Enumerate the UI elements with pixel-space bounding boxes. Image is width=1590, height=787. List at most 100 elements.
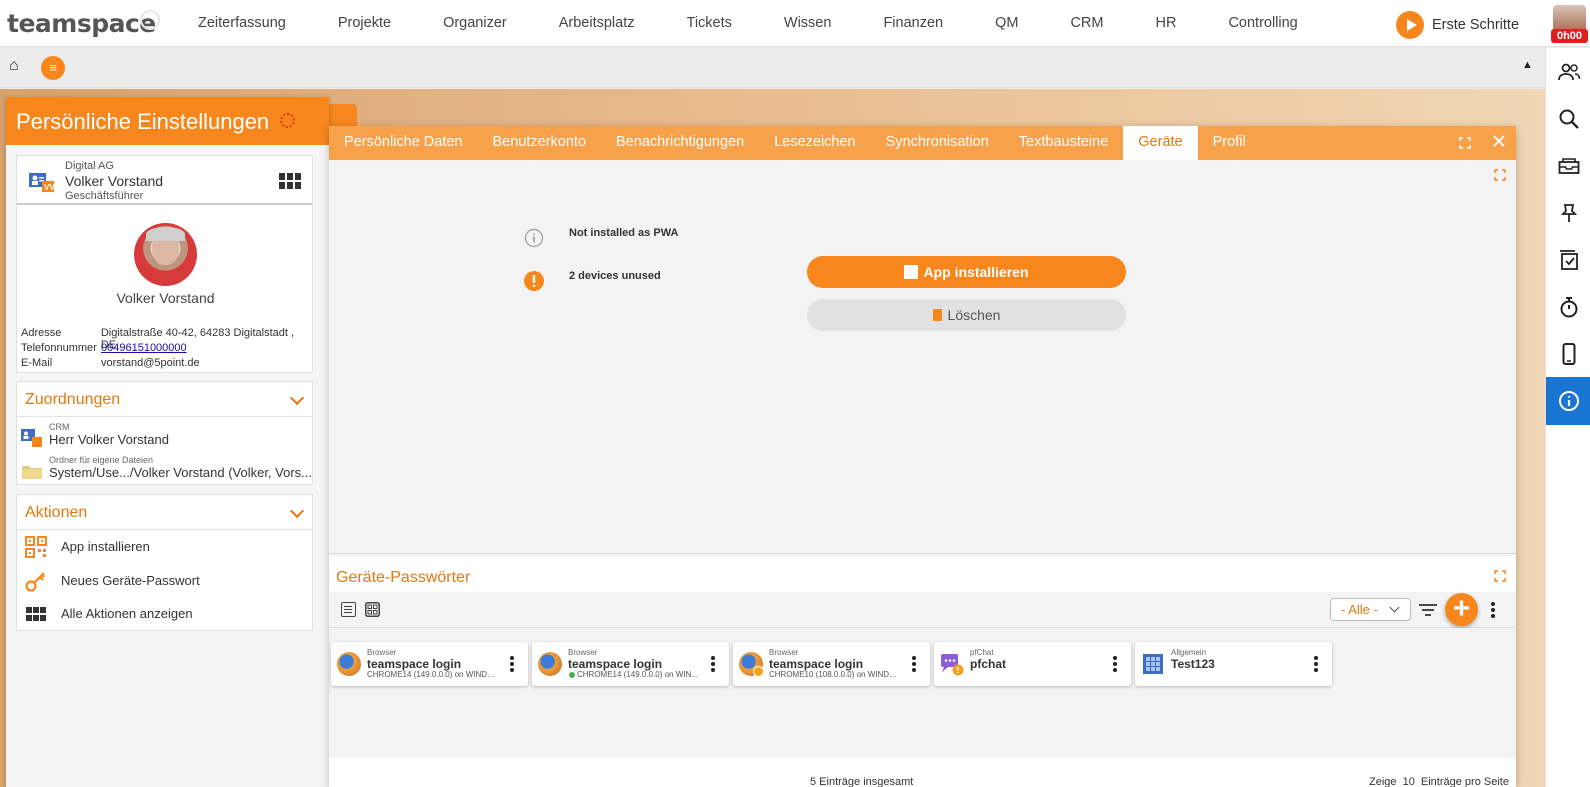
card-category: Browser xyxy=(367,648,397,657)
checklist-icon xyxy=(1559,250,1578,270)
panel-title: Persönliche Einstellungen xyxy=(16,109,270,134)
action-new-device-password[interactable]: Neues Geräte-Passwort xyxy=(25,565,305,595)
assignments-title: Zuordnungen xyxy=(25,391,121,408)
actions-header[interactable]: Aktionen xyxy=(17,495,312,530)
nav-qm[interactable]: QM xyxy=(969,0,1044,47)
timer-badge[interactable]: 0h00 xyxy=(1551,29,1588,43)
tab-profile[interactable]: Profil xyxy=(1198,126,1261,160)
password-cards-area: Browser teamspace login CHROME14 (149.0.… xyxy=(329,628,1516,758)
action-install-app[interactable]: App installieren xyxy=(25,531,305,561)
password-card[interactable]: Browser teamspace login CHROME14 (149.0.… xyxy=(532,642,729,686)
tab-devices[interactable]: Geräte xyxy=(1123,126,1198,160)
nav-zeiterfassung[interactable]: Zeiterfassung xyxy=(172,0,312,47)
info-icon xyxy=(1558,391,1579,411)
password-card[interactable]: pfChat pfchat xyxy=(934,642,1131,686)
device-passwords-title: Geräte-Passwörter xyxy=(336,569,471,586)
card-category: Browser xyxy=(769,648,799,657)
first-steps-button[interactable]: Erste Schritte xyxy=(1396,11,1519,39)
assignment-folder-label: System/Use.../Volker Vorstand (Volker, V… xyxy=(49,465,313,480)
password-card[interactable]: Browser teamspace login CHROME14 (149.0.… xyxy=(331,642,528,686)
nav-finanzen[interactable]: Finanzen xyxy=(857,0,969,47)
menu-icon[interactable]: ≡ xyxy=(41,56,65,80)
nav-arbeitsplatz[interactable]: Arbeitsplatz xyxy=(533,0,661,47)
nav-hr[interactable]: HR xyxy=(1129,0,1202,47)
pin-icon xyxy=(1560,204,1577,222)
tab-user-account[interactable]: Benutzerkonto xyxy=(478,126,602,160)
assignments-header[interactable]: Zuordnungen xyxy=(17,382,312,417)
card-menu-icon[interactable] xyxy=(711,656,715,672)
card-menu-icon[interactable] xyxy=(510,656,514,672)
chevron-down-icon xyxy=(289,503,305,519)
tab-bookmarks[interactable]: Lesezeichen xyxy=(759,126,870,160)
apps-grid-icon[interactable] xyxy=(279,173,301,189)
dialog-tabbar: Persönliche Daten Benutzerkonto Benachri… xyxy=(329,126,1516,160)
phone-label: Telefonnummer xyxy=(21,342,97,354)
tab-synchronisation[interactable]: Synchronisation xyxy=(871,126,1004,160)
assignment-crm[interactable]: CRM Herr Volker Vorstand xyxy=(21,422,311,452)
page-size-control: Zeige 10 Einträge pro Seite xyxy=(1369,776,1509,787)
email-value: vorstand@5point.de xyxy=(101,357,200,369)
rail-contacts[interactable] xyxy=(1546,48,1590,96)
pwa-status-text: Not installed as PWA xyxy=(569,227,679,239)
card-menu-icon[interactable] xyxy=(1314,656,1318,672)
devices-status-pane: Not installed as PWA 2 devices unused Ap… xyxy=(329,160,1516,554)
phone-link[interactable]: 00496151000000 xyxy=(101,342,187,354)
list-view-icon[interactable] xyxy=(341,602,356,617)
rail-tasks[interactable] xyxy=(1546,236,1590,284)
filter-icon[interactable] xyxy=(1419,604,1437,616)
pwa-status-row: Not installed as PWA xyxy=(524,222,1144,254)
nav-tickets[interactable]: Tickets xyxy=(661,0,758,47)
logo-swirl-icon xyxy=(140,10,160,30)
rail-mobile[interactable] xyxy=(1546,330,1590,378)
actions-title: Aktionen xyxy=(25,504,88,521)
teamspace-logo[interactable]: teamspace xyxy=(7,9,156,38)
assignment-folder[interactable]: Ordner für eigene Dateien System/Use.../… xyxy=(21,455,313,485)
tile-view-icon[interactable] xyxy=(365,602,380,617)
rail-timer[interactable] xyxy=(1546,283,1590,331)
card-name: pfchat xyxy=(970,657,1006,671)
phone-row: Telefonnummer 00496151000000 xyxy=(21,342,187,354)
collapse-up-icon[interactable]: ▲ xyxy=(1522,59,1533,71)
card-category: Allgemein xyxy=(1171,648,1207,657)
grid-icon xyxy=(26,607,46,621)
nav-controlling[interactable]: Controlling xyxy=(1202,0,1323,47)
delete-button[interactable]: Löschen xyxy=(807,299,1126,331)
nav-wissen[interactable]: Wissen xyxy=(758,0,858,47)
category-filter-select[interactable]: - Alle - xyxy=(1330,598,1411,621)
rail-pin[interactable] xyxy=(1546,189,1590,237)
play-icon xyxy=(1396,11,1424,39)
maximize-icon[interactable] xyxy=(1459,137,1471,149)
password-card[interactable]: Allgemein Test123 xyxy=(1135,642,1332,686)
browser-icon xyxy=(337,652,361,676)
more-options-icon[interactable] xyxy=(1491,602,1495,618)
page-size-value[interactable]: 10 xyxy=(1403,776,1415,787)
nav-organizer[interactable]: Organizer xyxy=(417,0,533,47)
passwords-toolbar: - Alle - + xyxy=(329,592,1516,628)
expand-icon[interactable] xyxy=(1494,169,1506,181)
right-sidebar xyxy=(1545,48,1590,787)
install-app-button[interactable]: App installieren xyxy=(807,256,1126,288)
card-menu-icon[interactable] xyxy=(1113,656,1117,672)
page-size-prefix: Zeige xyxy=(1369,776,1397,787)
action-install-app-label: App installieren xyxy=(61,539,150,554)
svg-text:VV: VV xyxy=(44,183,55,192)
card-name: Test123 xyxy=(1171,657,1215,671)
card-menu-icon[interactable] xyxy=(912,656,916,672)
add-button[interactable]: + xyxy=(1445,593,1478,626)
rail-info[interactable] xyxy=(1546,377,1590,425)
password-card[interactable]: Browser teamspace login CHROME10 (108.0.… xyxy=(733,642,930,686)
tab-text-snippets[interactable]: Textbausteine xyxy=(1004,126,1123,160)
nav-crm[interactable]: CRM xyxy=(1044,0,1129,47)
tab-notifications[interactable]: Benachrichtigungen xyxy=(601,126,759,160)
close-icon[interactable]: ✕ xyxy=(1491,133,1507,152)
expand-icon[interactable] xyxy=(1494,570,1506,582)
home-icon[interactable]: ⌂ xyxy=(9,58,25,74)
card-name: teamspace login xyxy=(568,657,663,671)
rail-search[interactable] xyxy=(1546,95,1590,143)
settings-gear-icon[interactable] xyxy=(280,113,295,128)
action-show-all[interactable]: Alle Aktionen anzeigen xyxy=(25,598,305,628)
nav-projekte[interactable]: Projekte xyxy=(312,0,417,47)
panel-header: Persönliche Einstellungen xyxy=(6,97,329,145)
tab-personal-data[interactable]: Persönliche Daten xyxy=(329,126,478,160)
rail-inbox[interactable] xyxy=(1546,142,1590,190)
